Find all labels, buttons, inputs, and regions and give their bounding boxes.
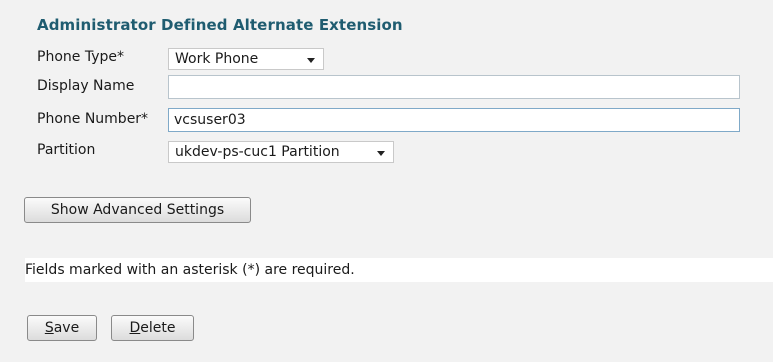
- delete-label-rest: elete: [140, 320, 176, 336]
- phone-type-label: Phone Type*: [37, 49, 124, 65]
- display-name-label: Display Name: [37, 78, 135, 94]
- save-button[interactable]: Save: [27, 315, 97, 341]
- phone-type-select[interactable]: Work Phone: [168, 48, 324, 70]
- delete-button[interactable]: Delete: [111, 315, 194, 341]
- section-title: Administrator Defined Alternate Extensio…: [37, 16, 403, 34]
- show-advanced-settings-button[interactable]: Show Advanced Settings: [24, 197, 251, 223]
- partition-label: Partition: [37, 142, 96, 158]
- partition-value: ukdev-ps-cuc1 Partition: [175, 144, 340, 160]
- chevron-down-icon: [377, 151, 385, 156]
- display-name-field[interactable]: [168, 75, 740, 99]
- required-fields-note: Fields marked with an asterisk (*) are r…: [25, 262, 355, 278]
- delete-access-key: D: [129, 320, 141, 336]
- phone-number-label: Phone Number*: [37, 111, 149, 127]
- save-label-rest: ave: [53, 320, 80, 336]
- chevron-down-icon: [307, 58, 315, 63]
- partition-select[interactable]: ukdev-ps-cuc1 Partition: [168, 141, 394, 163]
- phone-number-field[interactable]: vcsuser03: [168, 108, 740, 132]
- phone-type-value: Work Phone: [175, 51, 259, 67]
- save-access-key: S: [44, 320, 54, 336]
